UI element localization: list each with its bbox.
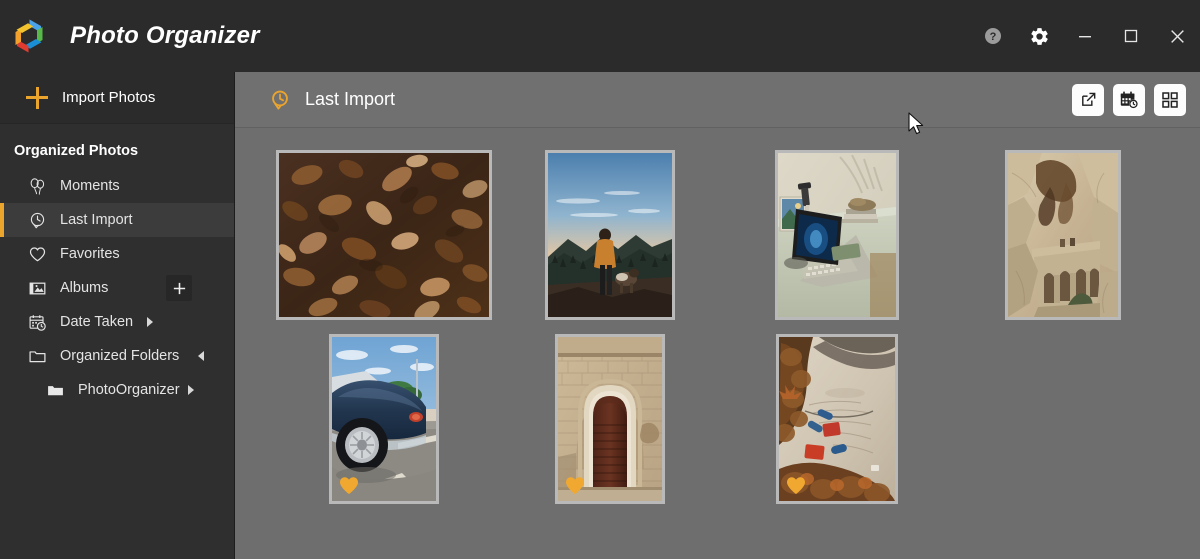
clock-pin-icon <box>269 89 291 111</box>
photo-cell <box>724 150 950 320</box>
photo-thumbnail-moorish-arch-door[interactable] <box>555 334 666 504</box>
photo-thumbnail-autumn-leaves[interactable] <box>276 150 493 320</box>
help-button[interactable]: ? <box>970 0 1016 72</box>
organized-photos-heading: Organized Photos <box>14 143 139 159</box>
expand-date-taken-caret[interactable] <box>147 317 154 327</box>
sidebar-item-label: Date Taken <box>60 314 134 330</box>
external-link-icon <box>1081 92 1095 106</box>
date-taken-button[interactable] <box>1113 83 1145 116</box>
clock-pin-icon <box>26 209 48 231</box>
maximize-icon <box>1124 29 1138 43</box>
open-external-button[interactable] <box>1072 83 1104 116</box>
gear-icon <box>1030 27 1048 45</box>
sidebar-item-moments[interactable]: Moments <box>0 169 234 203</box>
window-controls: ? <box>970 0 1200 72</box>
collapse-organized-folders-caret[interactable] <box>198 351 204 361</box>
sidebar-item-label: Last Import <box>60 212 133 228</box>
calendar-clock-icon <box>1120 91 1138 108</box>
content-header: Last Import <box>235 72 1200 128</box>
sidebar: Import Photos Organized Photos Moments L… <box>0 72 235 559</box>
grid-view-icon <box>1162 91 1178 108</box>
header-action-buttons <box>1072 83 1186 116</box>
app-logo <box>10 14 54 58</box>
photo-album-icon <box>26 277 48 299</box>
photo-cell <box>271 334 497 504</box>
svg-text:?: ? <box>990 31 997 43</box>
photo-cell <box>724 334 950 504</box>
close-button[interactable] <box>1154 0 1200 72</box>
sidebar-item-organized-folders[interactable]: Organized Folders <box>0 339 234 373</box>
sidebar-subitem-label: PhotoOrganizer <box>78 382 180 398</box>
folder-filled-icon <box>44 379 66 401</box>
maximize-button[interactable] <box>1108 0 1154 72</box>
heart-icon <box>26 243 48 265</box>
photo-thumbnail-hiker-with-dog-sunset[interactable] <box>545 150 676 320</box>
expand-photoorganizer-caret[interactable] <box>188 385 194 395</box>
app-window: Photo Organizer ? Import Photos Organize… <box>0 0 1200 559</box>
photo-cell <box>950 150 1176 320</box>
sidebar-item-label: Favorites <box>60 246 120 262</box>
photo-cell <box>497 150 723 320</box>
balloons-icon <box>26 175 48 197</box>
sidebar-subitem-photoorganizer[interactable]: PhotoOrganizer <box>0 373 234 407</box>
import-photos-button[interactable]: Import Photos <box>0 72 234 124</box>
photo-grid <box>271 150 1176 504</box>
calendar-clock-icon <box>26 311 48 333</box>
sidebar-item-label: Moments <box>60 178 120 194</box>
sidebar-item-label: Albums <box>60 280 109 296</box>
photo-grid-area <box>235 128 1200 559</box>
sidebar-item-albums[interactable]: Albums <box>0 271 234 305</box>
plus-small-icon <box>173 282 185 294</box>
photo-thumbnail-stone-aqueduct[interactable] <box>1004 150 1121 320</box>
photo-cell <box>271 150 497 320</box>
title-bar: Photo Organizer ? <box>0 0 1200 72</box>
favorite-heart-badge <box>340 477 359 494</box>
photo-thumbnail-classic-blue-car[interactable] <box>329 334 440 504</box>
app-body: Import Photos Organized Photos Moments L… <box>0 72 1200 559</box>
sidebar-item-label: Organized Folders <box>60 348 180 364</box>
settings-button[interactable] <box>1016 0 1062 72</box>
favorite-heart-badge <box>786 477 805 494</box>
hexagon-color-ring-logo-icon <box>15 19 43 53</box>
page-title: Last Import <box>305 89 396 109</box>
main-content: Last Import <box>235 72 1200 559</box>
app-title: Photo Organizer <box>70 22 260 49</box>
sidebar-item-favorites[interactable]: Favorites <box>0 237 234 271</box>
import-photos-label: Import Photos <box>62 89 156 106</box>
grid-view-button[interactable] <box>1154 83 1186 116</box>
sidebar-item-date-taken[interactable]: Date Taken <box>0 305 234 339</box>
photo-cell <box>497 334 723 504</box>
add-album-button[interactable] <box>166 275 192 301</box>
photo-thumbnail-laptop-desk[interactable] <box>774 150 899 320</box>
favorite-heart-badge <box>566 477 585 494</box>
minimize-icon <box>1079 36 1091 38</box>
photo-thumbnail-aerial-beach-kayaks[interactable] <box>775 334 898 504</box>
close-icon <box>1170 29 1184 43</box>
plus-icon <box>26 86 48 109</box>
help-circle-icon: ? <box>985 28 1001 44</box>
folder-icon <box>26 345 48 367</box>
sidebar-item-last-import[interactable]: Last Import <box>0 203 234 237</box>
minimize-button[interactable] <box>1062 0 1108 72</box>
